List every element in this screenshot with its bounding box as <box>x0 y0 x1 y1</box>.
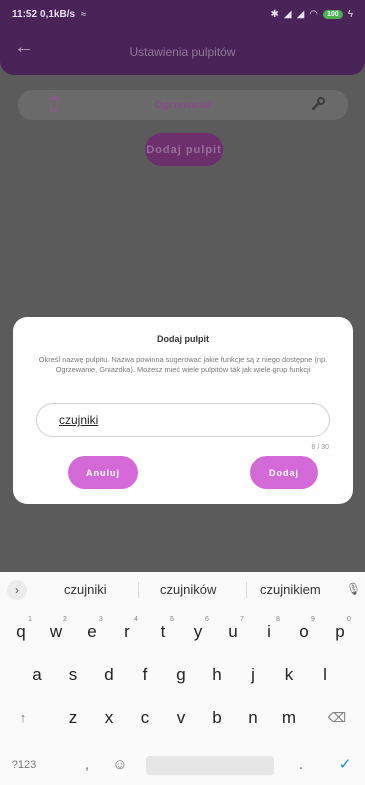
dashboard-name-input[interactable]: czujniki <box>36 403 330 437</box>
key-v[interactable]: v <box>166 703 196 733</box>
signal-icon: ◢ <box>283 8 292 20</box>
bluetooth-icon: ✱ <box>270 8 279 20</box>
page-title: Ustawienia pulpitów <box>129 44 236 59</box>
key-hint: 2 <box>63 616 67 623</box>
charging-icon: ϟ <box>347 8 353 20</box>
signal-icon-2: ◢ <box>296 8 305 20</box>
key-hint: 3 <box>99 616 103 623</box>
dialog-description: Określ nazwę pulpitu. Nazwa powinna suge… <box>38 355 328 374</box>
key-l[interactable]: l <box>310 660 340 690</box>
suggestion-3[interactable]: czujnikiem <box>260 582 321 597</box>
suggestion-2[interactable]: czujników <box>160 582 216 597</box>
key-h[interactable]: h <box>202 660 232 690</box>
character-counter: 8 / 30 <box>311 444 329 451</box>
shift-key-icon[interactable]: ↑ <box>8 703 38 733</box>
key-g[interactable]: g <box>166 660 196 690</box>
suggestion-divider <box>246 582 247 598</box>
status-time: 11:52 <box>12 8 38 20</box>
key-j[interactable]: j <box>238 660 268 690</box>
key-hint: 5 <box>170 616 174 623</box>
space-key[interactable] <box>146 756 274 775</box>
back-arrow-icon[interactable]: ← <box>14 36 34 59</box>
dialog-title: Dodaj pulpit <box>157 334 209 344</box>
soft-keyboard: › czujniki czujników czujnikiem 🎙 q w e … <box>0 572 365 785</box>
dashboard-list-item[interactable]: Ogrzewanie <box>18 90 348 120</box>
status-bar: 11:52 0,1kB/s ≈ ✱ ◢ ◢ ◠ 100 ϟ <box>0 0 365 28</box>
key-hint: 6 <box>205 616 209 623</box>
suggestion-1[interactable]: czujniki <box>64 582 107 597</box>
key-s[interactable]: s <box>58 660 88 690</box>
suggestion-bar: › czujniki czujników czujnikiem 🎙 <box>0 572 365 610</box>
key-z[interactable]: z <box>58 703 88 733</box>
key-a[interactable]: a <box>22 660 52 690</box>
microphone-icon[interactable]: 🎙 <box>346 582 361 596</box>
dashboard-name: Ogrzewanie <box>154 99 212 111</box>
wifi-icon: ◠ <box>309 8 319 20</box>
key-d[interactable]: d <box>94 660 124 690</box>
dashboard-name-value: czujniki <box>59 413 99 427</box>
key-m[interactable]: m <box>274 703 304 733</box>
emoji-key-icon[interactable]: ☺ <box>105 750 135 780</box>
key-x[interactable]: x <box>94 703 124 733</box>
status-hotspot-icon: ≈ <box>81 9 87 19</box>
confirm-add-button[interactable]: Dodaj <box>250 456 318 489</box>
status-net-speed: 0,1kB/s <box>40 8 76 20</box>
period-key[interactable]: . <box>286 750 316 780</box>
key-hint: 4 <box>134 616 138 623</box>
key-hint: 1 <box>28 616 32 623</box>
key-hint: 8 <box>276 616 280 623</box>
key-hint: 9 <box>311 616 315 623</box>
suggestion-divider <box>138 582 139 598</box>
key-n[interactable]: n <box>238 703 268 733</box>
key-hint: 7 <box>240 616 244 623</box>
key-k[interactable]: k <box>274 660 304 690</box>
key-f[interactable]: f <box>130 660 160 690</box>
chevron-right-icon[interactable]: › <box>7 580 27 600</box>
trash-icon[interactable] <box>48 95 60 113</box>
backspace-key-icon[interactable]: ⌫ <box>322 703 352 733</box>
comma-key[interactable]: , <box>72 750 102 780</box>
enter-check-icon[interactable]: ✓ <box>330 750 360 780</box>
add-dashboard-dialog: Dodaj pulpit Określ nazwę pulpitu. Nazwa… <box>13 317 353 504</box>
wrench-icon[interactable] <box>310 96 326 112</box>
symbols-key[interactable]: ?123 <box>4 750 44 780</box>
battery-icon: 100 <box>323 9 343 19</box>
cancel-button[interactable]: Anuluj <box>68 456 138 489</box>
app-bar: ← Ustawienia pulpitów <box>0 28 365 75</box>
status-icons: ✱ ◢ ◢ ◠ 100 ϟ <box>270 9 353 20</box>
key-b[interactable]: b <box>202 703 232 733</box>
key-hint: 0 <box>347 616 351 623</box>
add-dashboard-button[interactable]: Dodaj pulpit <box>145 133 223 166</box>
key-c[interactable]: c <box>130 703 160 733</box>
